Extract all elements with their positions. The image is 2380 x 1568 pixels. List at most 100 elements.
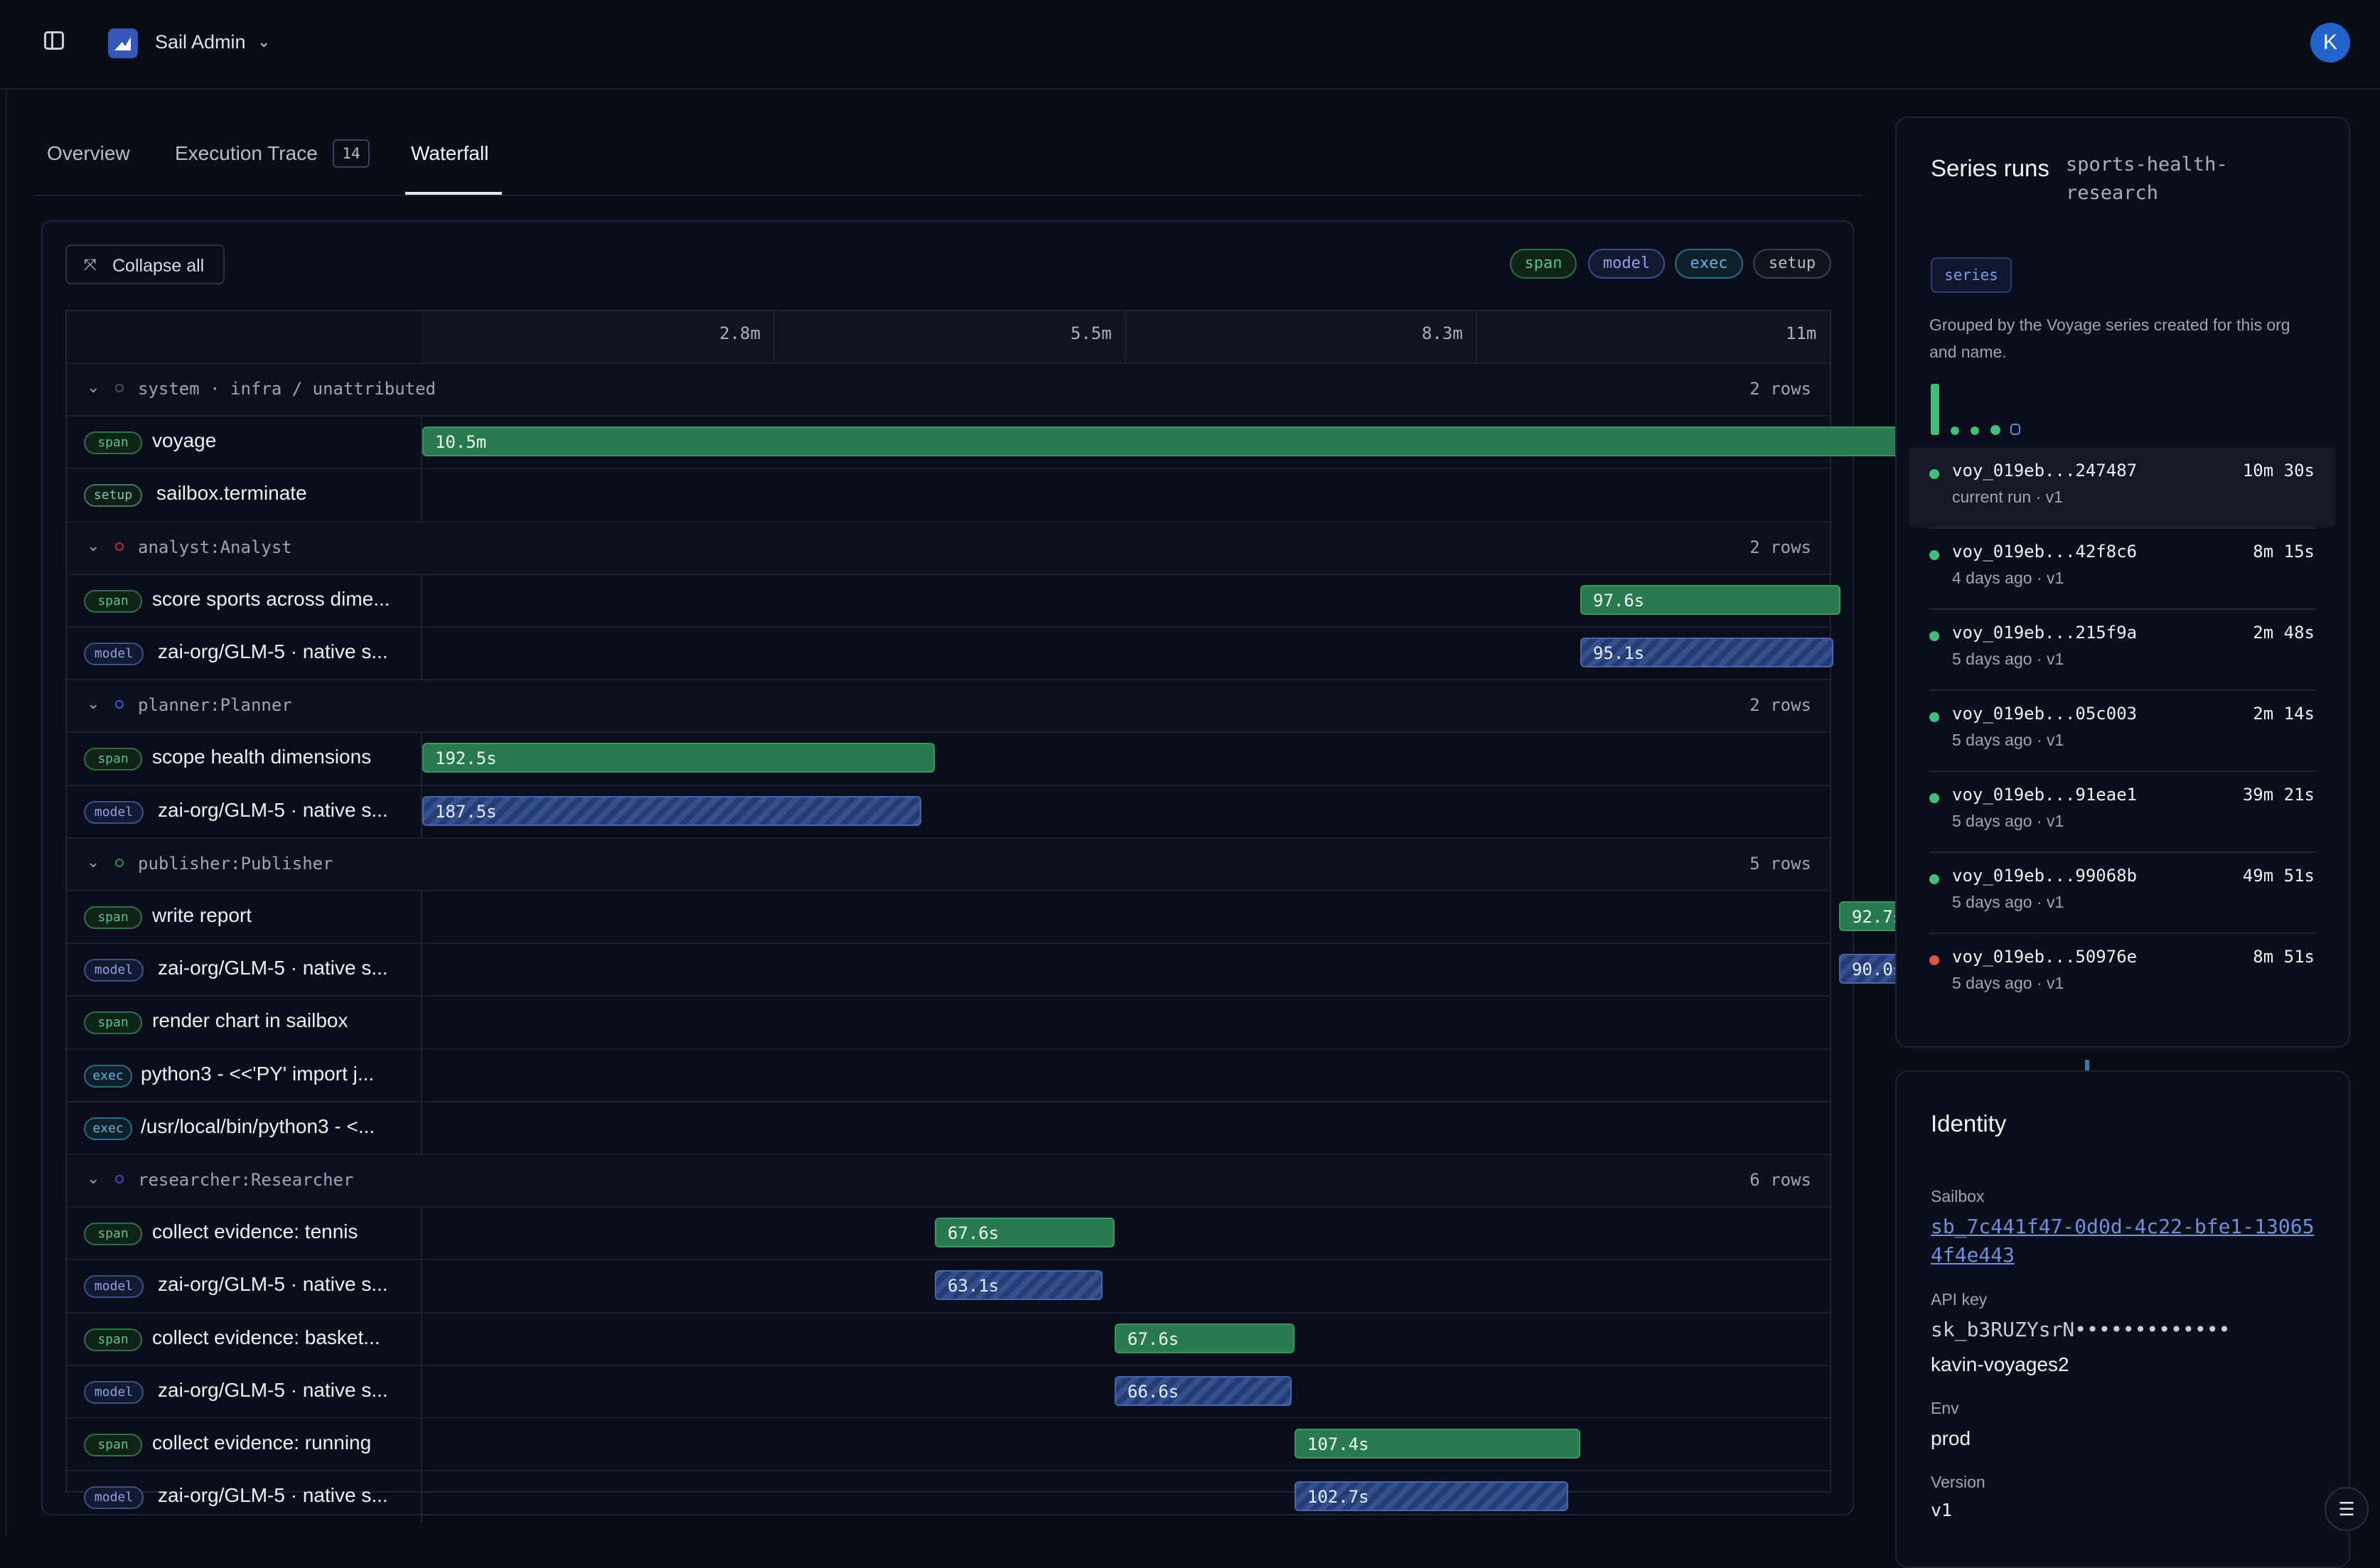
timeline-bar[interactable]: 10.5m bbox=[422, 426, 2100, 456]
sparkline-bar bbox=[2010, 424, 2020, 435]
timeline-bar[interactable]: 192.5s bbox=[422, 743, 935, 773]
run-duration: 2m 14s bbox=[2253, 704, 2315, 724]
group-row-count: 2 rows bbox=[1749, 695, 1811, 715]
sparkline-bar bbox=[1990, 425, 2000, 435]
row-label: zai-org/GLM-5 · native s... bbox=[158, 1379, 388, 1401]
series-run-item[interactable]: voy_019eb...05c003 2m 14s 5 days ago · v… bbox=[1909, 691, 2336, 770]
column-divider bbox=[421, 1102, 422, 1154]
timeline-bar[interactable]: 102.7s bbox=[1294, 1481, 1568, 1511]
series-run-item[interactable]: voy_019eb...247487 10m 30s current run ·… bbox=[1909, 448, 2336, 527]
timeline-bar[interactable]: 107.4s bbox=[1294, 1429, 1580, 1459]
row-label: zai-org/GLM-5 · native s... bbox=[158, 799, 388, 821]
waterfall-row[interactable]: model zai-org/GLM-5 · native s... 95.1s bbox=[67, 626, 1833, 679]
column-divider bbox=[421, 1366, 422, 1417]
waterfall-row[interactable]: span score sports across dime... 97.6s bbox=[67, 574, 1840, 626]
api-key-name: kavin-voyages2 bbox=[1931, 1353, 2069, 1375]
tab-waterfall[interactable]: Waterfall bbox=[411, 142, 488, 165]
group-header[interactable]: ⌄ researcher:Researcher 6 rows bbox=[67, 1154, 1830, 1206]
run-id: voy_019eb...91eae1 bbox=[1952, 785, 2138, 805]
legend-exec[interactable]: exec bbox=[1675, 249, 1743, 279]
run-duration: 49m 51s bbox=[2242, 866, 2315, 886]
waterfall-row[interactable]: exec /usr/local/bin/python3 - <... bbox=[67, 1101, 2094, 1154]
group-header[interactable]: ⌄ planner:Planner 2 rows bbox=[67, 679, 1830, 731]
legend-setup[interactable]: setup bbox=[1753, 249, 1831, 279]
legend-model[interactable]: model bbox=[1588, 249, 1665, 279]
avatar[interactable]: K bbox=[2310, 23, 2350, 63]
timeline-bar[interactable]: 67.6s bbox=[935, 1218, 1115, 1247]
run-status-icon bbox=[1929, 955, 1939, 965]
waterfall-row[interactable]: span scope health dimensions 192.5s bbox=[67, 731, 1830, 784]
series-run-item[interactable]: voy_019eb...215f9a 2m 48s 5 days ago · v… bbox=[1909, 610, 2336, 689]
column-divider bbox=[421, 1260, 422, 1311]
top-bar bbox=[0, 0, 2380, 90]
sidebar-toggle-icon[interactable] bbox=[44, 31, 64, 50]
column-divider bbox=[421, 628, 422, 679]
row-label: voyage bbox=[152, 429, 217, 451]
series-run-item[interactable]: voy_019eb...99068b 49m 51s 5 days ago · … bbox=[1909, 853, 2336, 933]
timeline-bar[interactable]: 97.6s bbox=[1580, 585, 1840, 615]
waterfall-row[interactable]: model zai-org/GLM-5 · native s... 66.6s bbox=[67, 1365, 1830, 1417]
kind-badge: span bbox=[84, 1223, 142, 1245]
timeline-bar[interactable]: 187.5s bbox=[422, 796, 921, 826]
group-header[interactable]: ⌄ system · infra / unattributed 2 rows bbox=[67, 363, 1830, 415]
group-row-count: 2 rows bbox=[1749, 379, 1811, 399]
group-status-icon bbox=[115, 542, 124, 551]
legend-span[interactable]: span bbox=[1510, 249, 1577, 279]
waterfall-row[interactable]: model zai-org/GLM-5 · native s... 187.5s bbox=[67, 785, 1830, 837]
series-run-item[interactable]: voy_019eb...91eae1 39m 21s 5 days ago · … bbox=[1909, 772, 2336, 852]
series-run-item[interactable]: voy_019eb...42f8c6 8m 15s 4 days ago · v… bbox=[1909, 529, 2336, 608]
waterfall-row[interactable]: setup sailbox.terminate bbox=[67, 468, 2097, 520]
filter-menu-icon[interactable]: ☰ bbox=[2325, 1487, 2369, 1531]
sailbox-link[interactable]: sb_7c441f47-0d0d-4c22-bfe1-130654f4e443 bbox=[1931, 1213, 2315, 1269]
kind-badge: span bbox=[84, 748, 142, 770]
chevron-down-icon[interactable]: ⌄ bbox=[87, 694, 100, 713]
waterfall-row[interactable]: span collect evidence: tennis 67.6s bbox=[67, 1206, 1830, 1259]
group-header[interactable]: ⌄ analyst:Analyst 2 rows bbox=[67, 521, 1830, 574]
tab-overview[interactable]: Overview bbox=[47, 142, 130, 165]
timeline-bar[interactable]: 63.1s bbox=[935, 1270, 1103, 1300]
group-status-icon bbox=[115, 1175, 124, 1183]
chevron-down-icon[interactable]: ⌄ bbox=[87, 537, 100, 555]
waterfall-row[interactable]: exec python3 - <<'PY' import j... bbox=[67, 1048, 2089, 1101]
series-name: sports-health-research bbox=[2066, 154, 2228, 204]
tabs-divider bbox=[36, 195, 1861, 196]
row-label: /usr/local/bin/python3 - <... bbox=[141, 1115, 375, 1137]
kind-badge: model bbox=[84, 801, 144, 824]
waterfall-row[interactable]: model zai-org/GLM-5 · native s... 102.7s bbox=[67, 1470, 1830, 1523]
org-switcher[interactable]: Sail Admin bbox=[155, 31, 246, 53]
chevron-down-icon[interactable]: ⌄ bbox=[87, 378, 100, 397]
org-logo-icon[interactable] bbox=[108, 28, 138, 58]
series-run-item[interactable]: voy_019eb...50976e 8m 51s 5 days ago · v… bbox=[1909, 934, 2336, 1014]
tick-label: 2.8m bbox=[719, 323, 761, 343]
run-duration: 10m 30s bbox=[2242, 461, 2315, 480]
column-divider bbox=[421, 1419, 422, 1470]
row-label: sailbox.terminate bbox=[156, 482, 307, 504]
collapse-all-button[interactable]: ⤧ Collapse all bbox=[65, 245, 225, 284]
timeline-bar[interactable]: 67.6s bbox=[1115, 1323, 1294, 1353]
waterfall-row[interactable]: span collect evidence: basket... 67.6s bbox=[67, 1312, 1830, 1365]
kind-badge: span bbox=[84, 431, 142, 454]
waterfall-row[interactable]: span voyage 10.5m bbox=[67, 415, 2100, 468]
group-header[interactable]: ⌄ publisher:Publisher 5 rows bbox=[67, 837, 1830, 890]
kind-badge: span bbox=[84, 590, 142, 613]
row-label: collect evidence: tennis bbox=[152, 1220, 358, 1242]
tab-execution-trace[interactable]: Execution Trace bbox=[175, 142, 318, 165]
tick-line bbox=[1476, 311, 1477, 363]
waterfall-row[interactable]: model zai-org/GLM-5 · native s... 90.0s bbox=[67, 943, 2079, 995]
chevron-down-icon[interactable]: ⌄ bbox=[257, 33, 270, 51]
waterfall-row[interactable]: model zai-org/GLM-5 · native s... 63.1s bbox=[67, 1259, 1830, 1311]
row-label: python3 - <<'PY' import j... bbox=[141, 1063, 375, 1085]
sailbox-label: Sailbox bbox=[1931, 1187, 1985, 1205]
waterfall-row[interactable]: span collect evidence: running 107.4s bbox=[67, 1417, 1830, 1470]
column-divider bbox=[421, 1050, 422, 1101]
chevron-down-icon[interactable]: ⌄ bbox=[87, 1169, 100, 1188]
collapse-all-label: Collapse all bbox=[112, 256, 205, 276]
kind-badge: model bbox=[84, 1486, 144, 1509]
chevron-down-icon[interactable]: ⌄ bbox=[87, 853, 100, 871]
waterfall-row[interactable]: span render chart in sailbox bbox=[67, 995, 2094, 1048]
run-status-icon bbox=[1929, 469, 1939, 479]
run-status-icon bbox=[1929, 550, 1939, 560]
waterfall-row[interactable]: span write report 92.7s bbox=[67, 890, 2086, 943]
timeline-bar[interactable]: 95.1s bbox=[1580, 638, 1833, 667]
timeline-bar[interactable]: 66.6s bbox=[1115, 1376, 1292, 1406]
